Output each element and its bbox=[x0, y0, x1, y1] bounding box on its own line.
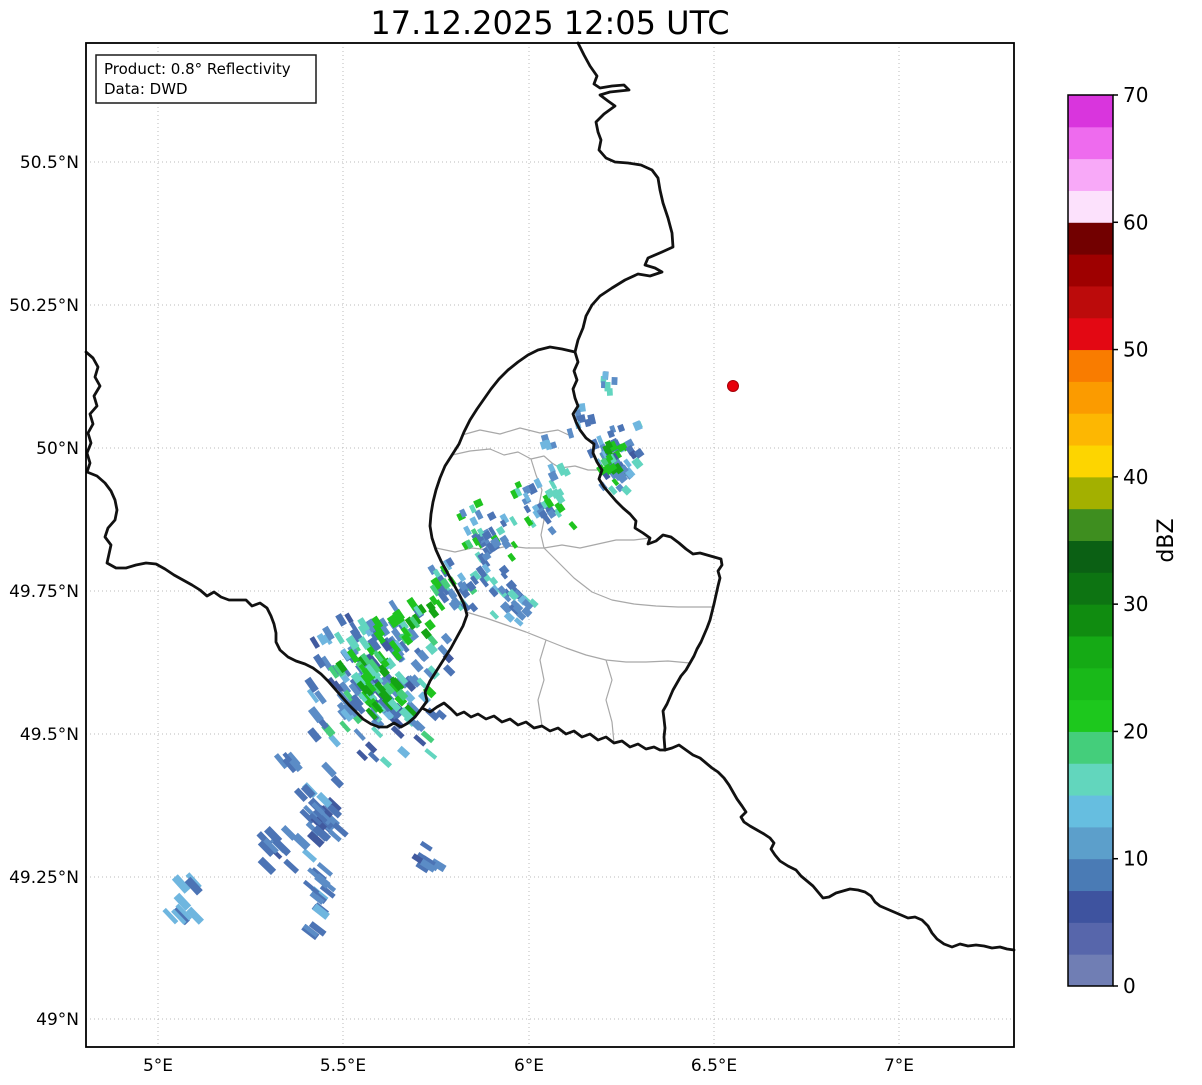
colorbar-band bbox=[1068, 413, 1113, 445]
colorbar-band bbox=[1068, 700, 1113, 732]
colorbar-band bbox=[1068, 445, 1113, 477]
radar-map-canvas: 5°E 5.5°E 6°E 6.5°E 7°E 50.5°N 50.25°N 50°N 49.… bbox=[0, 0, 1202, 1081]
radar-echo-cell bbox=[604, 382, 610, 391]
colorbar-band bbox=[1068, 509, 1113, 541]
colorbar-band bbox=[1068, 572, 1113, 604]
radar-map-figure: 5°E 5.5°E 6°E 6.5°E 7°E 50.5°N 50.25°N 50°N 49.… bbox=[0, 0, 1202, 1081]
lat-tick-label: 49.5°N bbox=[20, 725, 79, 745]
annotation-product-line: Product: 0.8° Reflectivity bbox=[104, 60, 291, 78]
colorbar-tick-label: 70 bbox=[1123, 83, 1148, 107]
plot-title: 17.12.2025 12:05 UTC bbox=[370, 4, 729, 42]
radar-site-marker bbox=[728, 381, 739, 392]
latitude-tick-labels: 50.5°N 50.25°N 50°N 49.75°N 49.5°N 49.25°N 49°… bbox=[9, 153, 79, 1030]
colorbar-band bbox=[1068, 604, 1113, 636]
colorbar-band bbox=[1068, 891, 1113, 923]
longitude-tick-labels: 5°E 5.5°E 6°E 6.5°E 7°E bbox=[143, 1056, 914, 1076]
product-annotation-box: Product: 0.8° Reflectivity Data: DWD bbox=[96, 55, 316, 103]
colorbar-band bbox=[1068, 190, 1113, 222]
colorbar-band bbox=[1068, 859, 1113, 891]
colorbar-band bbox=[1068, 477, 1113, 509]
lon-tick-label: 7°E bbox=[884, 1056, 914, 1076]
lat-tick-label: 49.25°N bbox=[9, 868, 79, 888]
map-plot-area bbox=[86, 43, 1014, 1047]
colorbar-band bbox=[1068, 731, 1113, 763]
radar-echo-cell bbox=[601, 381, 605, 388]
colorbar-band bbox=[1068, 763, 1113, 795]
annotation-data-line: Data: DWD bbox=[104, 80, 188, 98]
lon-tick-label: 6.5°E bbox=[691, 1056, 737, 1076]
colorbar-band bbox=[1068, 159, 1113, 191]
lon-tick-label: 5.5°E bbox=[320, 1056, 366, 1076]
lon-tick-label: 6°E bbox=[514, 1056, 544, 1076]
lat-tick-label: 49°N bbox=[36, 1010, 79, 1030]
colorbar-tick-labels: 0 10 20 30 40 50 60 70 bbox=[1113, 83, 1148, 998]
colorbar-tick-label: 40 bbox=[1123, 465, 1148, 489]
colorbar-tick-label: 30 bbox=[1123, 592, 1148, 616]
colorbar-band bbox=[1068, 95, 1113, 127]
colorbar-band bbox=[1068, 636, 1113, 668]
colorbar-tick-label: 60 bbox=[1123, 210, 1148, 234]
colorbar-band bbox=[1068, 954, 1113, 986]
colorbar-tick-label: 20 bbox=[1123, 719, 1148, 743]
colorbar-band bbox=[1068, 127, 1113, 159]
colorbar-band bbox=[1068, 668, 1113, 700]
lat-tick-label: 49.75°N bbox=[9, 582, 79, 602]
colorbar-band bbox=[1068, 318, 1113, 350]
colorbar-label: dBZ bbox=[1154, 518, 1179, 562]
colorbar-band bbox=[1068, 541, 1113, 573]
colorbar-band bbox=[1068, 795, 1113, 827]
colorbar-band bbox=[1068, 922, 1113, 954]
colorbar-band bbox=[1068, 222, 1113, 254]
lon-tick-label: 5°E bbox=[143, 1056, 173, 1076]
lat-tick-label: 50.5°N bbox=[20, 153, 79, 173]
lat-tick-label: 50.25°N bbox=[9, 296, 79, 316]
colorbar-bands bbox=[1068, 95, 1113, 987]
colorbar-tick-label: 50 bbox=[1123, 338, 1148, 362]
colorbar-band bbox=[1068, 286, 1113, 318]
colorbar-band bbox=[1068, 827, 1113, 859]
colorbar-band bbox=[1068, 254, 1113, 286]
radar-echo-cell bbox=[602, 371, 608, 379]
colorbar-band bbox=[1068, 381, 1113, 413]
colorbar-tick-label: 0 bbox=[1123, 974, 1136, 998]
colorbar-band bbox=[1068, 350, 1113, 382]
colorbar: 0 10 20 30 40 50 60 70 dBZ bbox=[1068, 83, 1179, 998]
lat-tick-label: 50°N bbox=[36, 439, 79, 459]
colorbar-tick-label: 10 bbox=[1123, 847, 1148, 871]
radar-echo-cell bbox=[611, 377, 617, 385]
